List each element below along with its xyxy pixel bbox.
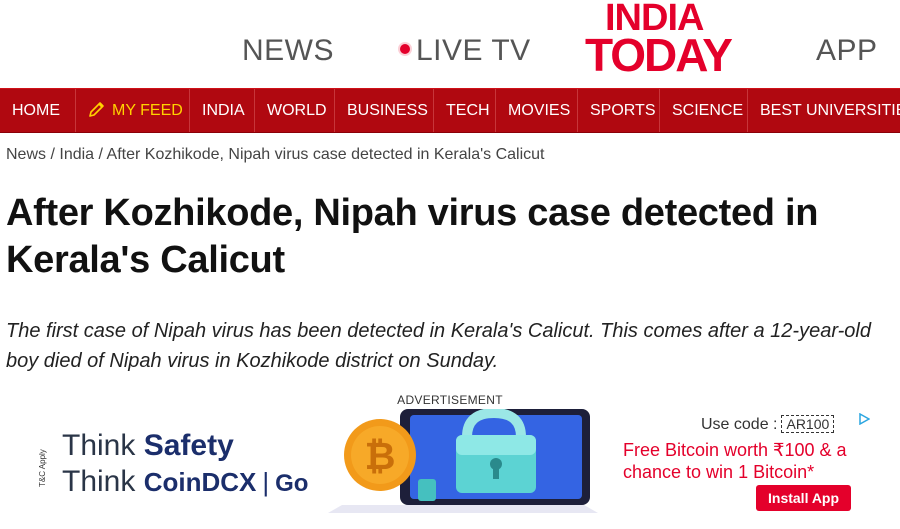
live-dot-icon xyxy=(400,44,410,55)
live-tv-label: LIVE TV xyxy=(416,34,531,67)
main-nav: HOME MY FEED INDIA WORLD BUSINESS TECH M… xyxy=(0,88,900,133)
nav-item-my-feed-label: MY FEED xyxy=(112,102,183,119)
article-title: After Kozhikode, Nipah virus case detect… xyxy=(6,192,819,281)
nav-item-movies[interactable]: MOVIES xyxy=(496,89,578,132)
nav-item-india[interactable]: INDIA xyxy=(190,89,255,132)
nav-item-my-feed[interactable]: MY FEED xyxy=(76,89,190,132)
svg-text:₿: ₿ xyxy=(365,436,396,478)
ad-pipe: | xyxy=(262,467,270,497)
ad-think-coindcx: Think CoinDCX | Go xyxy=(62,465,308,499)
news-link[interactable]: NEWS xyxy=(242,34,334,68)
nav-item-business[interactable]: BUSINESS xyxy=(335,89,434,132)
nav-item-sports[interactable]: SPORTS xyxy=(578,89,660,132)
top-header: NEWS LIVE TV INDIA TODAY APP xyxy=(0,0,900,88)
ad-safety-word: Safety xyxy=(143,429,234,462)
advertisement-label: ADVERTISEMENT xyxy=(397,393,503,407)
ad-coindcx-word: CoinDCX xyxy=(143,467,257,497)
live-tv-link[interactable]: LIVE TV xyxy=(400,34,531,68)
ad-choices-icon[interactable] xyxy=(858,413,870,425)
nav-item-world[interactable]: WORLD xyxy=(255,89,335,132)
breadcrumb-current: After Kozhikode, Nipah virus case detect… xyxy=(106,146,545,163)
breadcrumb-separator: / xyxy=(98,146,103,163)
breadcrumb-separator: / xyxy=(50,146,55,163)
logo-line-2: TODAY xyxy=(585,29,733,81)
ad-think-safety: Think Safety xyxy=(62,429,234,463)
ad-use-code: Use code : AR100 xyxy=(701,415,835,434)
ad-tc-text: T&C Apply xyxy=(38,449,47,487)
pencil-icon xyxy=(89,101,104,117)
app-link[interactable]: APP xyxy=(816,34,878,68)
nav-item-science[interactable]: SCIENCE xyxy=(660,89,748,132)
nav-item-home[interactable]: HOME xyxy=(0,89,76,132)
ad-use-code-label: Use code : xyxy=(701,416,778,433)
advertisement-banner[interactable]: T&C Apply Think Safety Think CoinDCX | Go … xyxy=(36,409,872,513)
ad-code-box: AR100 xyxy=(781,415,835,433)
phone-bitcoin-illustration: ₿ xyxy=(328,409,598,513)
ad-install-button[interactable]: Install App xyxy=(756,485,852,511)
ad-think-word-2: Think xyxy=(62,465,136,498)
india-today-logo[interactable]: INDIA TODAY xyxy=(585,0,753,81)
ad-think-word: Think xyxy=(62,429,136,462)
article-summary: The first case of Nipah virus has been d… xyxy=(6,320,871,372)
breadcrumb-news[interactable]: News xyxy=(6,146,46,163)
breadcrumb-india[interactable]: India xyxy=(59,146,94,163)
nav-item-tech[interactable]: TECH xyxy=(434,89,496,132)
nav-item-best-universities[interactable]: BEST UNIVERSITIES xyxy=(748,89,900,132)
ad-promo-text: Free Bitcoin worth ₹100 & a chance to wi… xyxy=(623,440,847,482)
breadcrumb: News / India / After Kozhikode, Nipah vi… xyxy=(6,146,545,164)
ad-go-word: Go xyxy=(275,470,309,497)
